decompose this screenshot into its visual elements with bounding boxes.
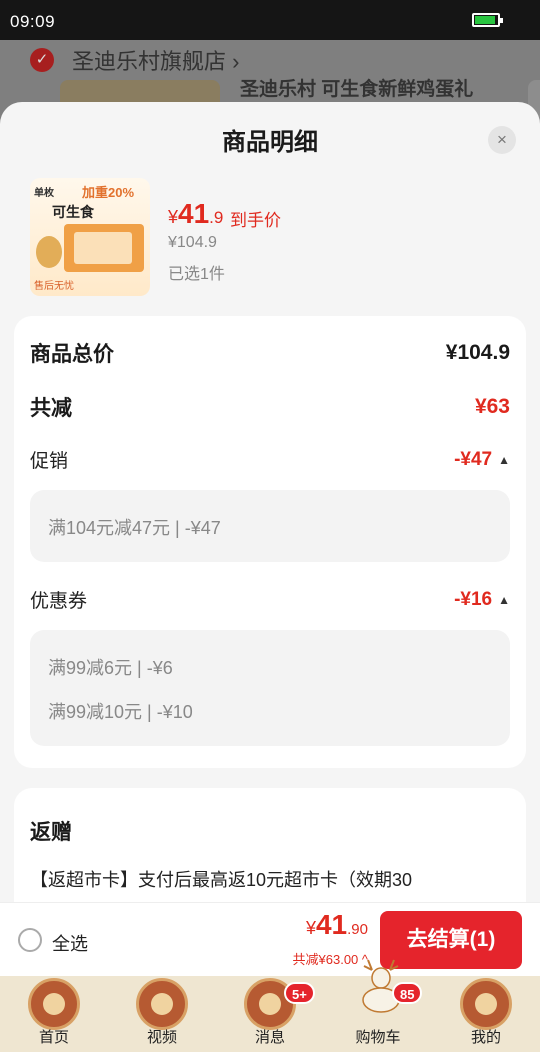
tab-cart[interactable]: 85 购物车 bbox=[324, 959, 432, 1052]
total-price-row: 商品总价 ¥104.9 bbox=[30, 338, 510, 368]
product-image[interactable]: 单枚 加重20% 可生食 售后无忧 bbox=[30, 178, 150, 296]
tab-label: 首页 bbox=[38, 1029, 69, 1046]
cart-badge: 85 bbox=[392, 982, 423, 1004]
original-price: ¥104.9 bbox=[168, 234, 217, 251]
tab-label: 购物车 bbox=[355, 1029, 401, 1046]
price-tag: 到手价 bbox=[230, 211, 281, 230]
coupon-label: 优惠券 bbox=[30, 591, 88, 612]
close-button[interactable]: × bbox=[488, 126, 516, 154]
tab-home[interactable]: 首页 bbox=[0, 976, 108, 1052]
price-symbol: ¥ bbox=[168, 207, 179, 227]
promotion-row[interactable]: 促销 -¥47 ▲ bbox=[30, 446, 510, 473]
chevron-up-icon[interactable]: ▲ bbox=[498, 453, 510, 467]
bottom-tab-bar: 首页 视频 5+ 消息 85 购物车 我的 bbox=[0, 959, 540, 1052]
gift-title: 返赠 bbox=[30, 821, 72, 844]
promotion-label: 促销 bbox=[30, 451, 69, 472]
total-symbol: ¥ bbox=[305, 918, 316, 938]
tab-video[interactable]: 视频 bbox=[108, 976, 216, 1052]
checkout-total-price: ¥41.90 bbox=[306, 909, 368, 941]
product-detail-sheet: 商品明细 × 单枚 加重20% 可生食 售后无忧 ¥41.9 到手价 ¥104.… bbox=[0, 102, 540, 902]
total-decimal: .90 bbox=[347, 921, 368, 938]
store-name: 圣迪乐村旗舰店 bbox=[72, 49, 227, 74]
egg-box-graphic bbox=[64, 224, 144, 272]
total-price-value: ¥104.9 bbox=[445, 341, 510, 364]
total-saved[interactable]: 共减¥63.00 ^ bbox=[293, 949, 368, 968]
tab-label: 消息 bbox=[254, 1029, 285, 1046]
promotion-value: -¥47 bbox=[454, 448, 493, 470]
checkout-bar: 全选 ¥41.90 共减¥63.00 ^ 去结算(1) bbox=[0, 902, 540, 976]
battery-icon bbox=[472, 13, 503, 27]
status-bar: 09:09 bbox=[0, 0, 540, 40]
tab-label: 视频 bbox=[146, 1029, 177, 1046]
tab-profile[interactable]: 我的 bbox=[432, 976, 540, 1052]
checkmark-icon: ✓ bbox=[30, 48, 54, 72]
product-image-name: 可生食 bbox=[52, 204, 94, 220]
coupon-item: 满99减10元 | -¥10 bbox=[48, 702, 193, 722]
product-image-tag-right: 加重20% bbox=[82, 185, 135, 200]
coupon-item: 满99减6元 | -¥6 bbox=[48, 658, 173, 678]
background-product-title: 圣迪乐村 可生食新鲜鸡蛋礼 bbox=[240, 79, 474, 100]
price-integer: 41 bbox=[178, 198, 210, 229]
tab-label: 我的 bbox=[470, 1029, 501, 1046]
tab-message[interactable]: 5+ 消息 bbox=[216, 976, 324, 1052]
profile-icon bbox=[460, 978, 512, 1030]
product-image-tag-left: 单枚 bbox=[34, 188, 54, 199]
chevron-up-icon[interactable]: ▲ bbox=[498, 593, 510, 607]
gift-description: 【返超市卡】支付后最高返10元超市卡（效期30 bbox=[30, 870, 413, 890]
product-image-badge: 售后无忧 bbox=[34, 281, 74, 292]
home-icon bbox=[28, 978, 80, 1030]
gift-card: 返赠 【返超市卡】支付后最高返10元超市卡（效期30 bbox=[14, 788, 526, 902]
coupon-row[interactable]: 优惠券 -¥16 ▲ bbox=[30, 586, 510, 613]
promotion-detail-box: 满104元减47元 | -¥47 bbox=[30, 490, 510, 562]
price-decimal: .9 bbox=[209, 208, 224, 227]
close-icon: × bbox=[497, 130, 507, 149]
select-all-radio[interactable] bbox=[18, 928, 42, 952]
message-badge: 5+ bbox=[284, 982, 315, 1004]
status-time: 09:09 bbox=[10, 12, 56, 31]
coupon-value: -¥16 bbox=[454, 588, 493, 610]
coupon-detail-box: 满99减6元 | -¥6 满99减10元 | -¥10 bbox=[30, 630, 510, 746]
battery-level bbox=[475, 16, 495, 24]
background-store-name: 圣迪乐村旗舰店 › bbox=[72, 44, 239, 76]
total-discount-label: 共减 bbox=[30, 397, 72, 420]
egg-icon bbox=[36, 236, 62, 268]
total-discount-row: 共减 ¥63 bbox=[30, 392, 510, 422]
video-icon bbox=[136, 978, 188, 1030]
total-price-label: 商品总价 bbox=[30, 343, 114, 366]
final-price: ¥41.9 bbox=[168, 198, 223, 230]
select-all-label[interactable]: 全选 bbox=[52, 930, 88, 956]
total-integer: 41 bbox=[315, 909, 348, 940]
total-discount-value: ¥63 bbox=[474, 395, 510, 418]
chevron-right-icon: › bbox=[232, 49, 240, 74]
promotion-item: 满104元减47元 | -¥47 bbox=[48, 518, 221, 538]
sheet-title: 商品明细 bbox=[222, 129, 318, 156]
selected-count: 已选1件 bbox=[168, 266, 225, 283]
price-breakdown-card: 商品总价 ¥104.9 共减 ¥63 促销 -¥47 ▲ 满104元减47元 | … bbox=[14, 316, 526, 768]
